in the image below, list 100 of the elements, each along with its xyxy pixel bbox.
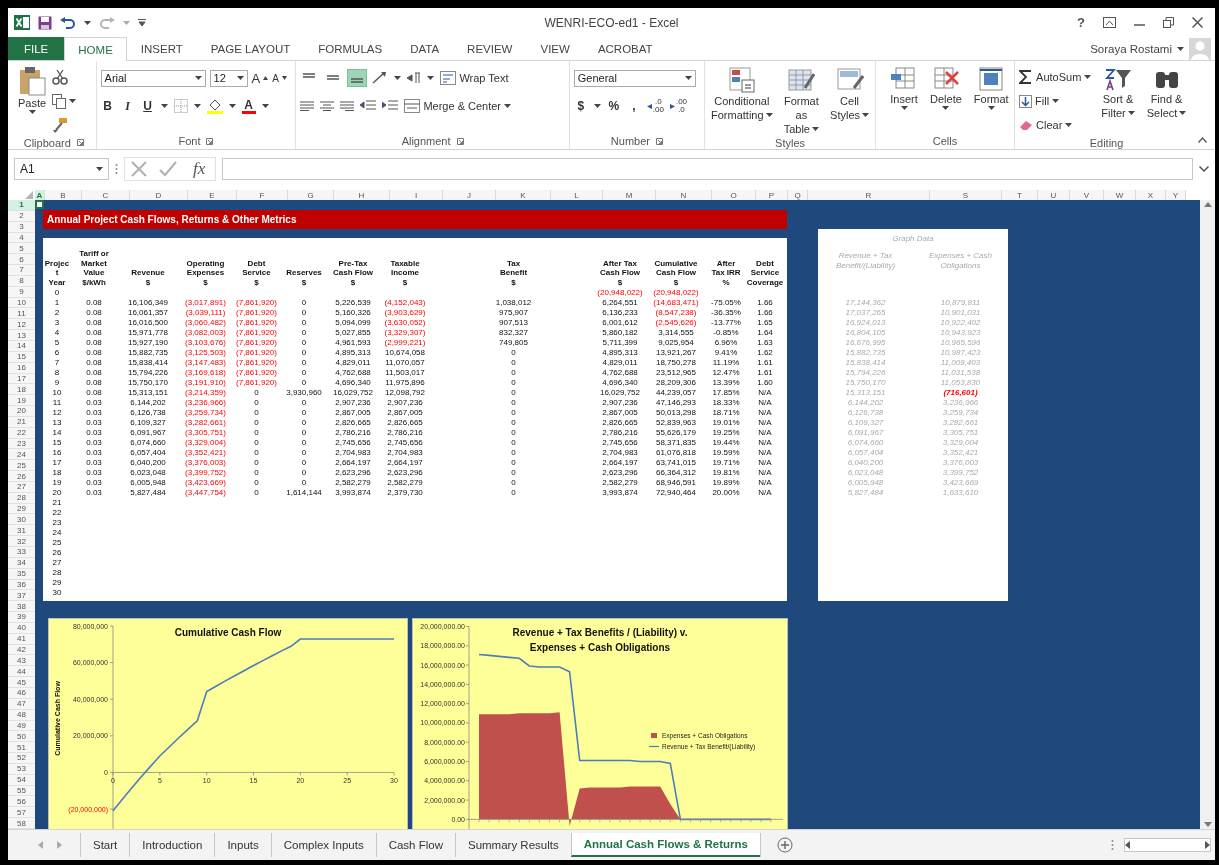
caret-icon[interactable] [160, 104, 168, 108]
caret-icon[interactable] [194, 76, 202, 80]
decrease-decimal-button[interactable]: .00 .0 [669, 98, 688, 114]
close-icon[interactable] [1192, 17, 1203, 28]
orientation-icon[interactable] [372, 71, 389, 85]
column-letter[interactable]: W [1104, 190, 1136, 200]
row-number[interactable]: 24 [8, 449, 35, 461]
row-number[interactable]: 6 [8, 254, 35, 266]
row-number[interactable]: 52 [8, 753, 35, 764]
sheet-tab[interactable]: Annual Cash Flows & Returns [570, 833, 760, 857]
column-letter[interactable]: E [188, 190, 237, 200]
fill-button[interactable]: Fill [1019, 90, 1092, 112]
sort-filter-button[interactable]: Sort & Filter [1099, 66, 1137, 136]
row-number[interactable]: 16 [8, 362, 35, 374]
caret-icon[interactable] [862, 113, 870, 117]
row-number[interactable]: 13 [8, 330, 35, 341]
column-letter[interactable]: F [237, 190, 288, 200]
column-letter[interactable]: I [390, 190, 443, 200]
caret-up-icon[interactable] [263, 76, 269, 80]
column-letter[interactable]: L [551, 190, 603, 200]
paste-button[interactable]: Paste [16, 66, 49, 136]
row-number[interactable]: 26 [8, 471, 35, 482]
row-number[interactable]: 8 [8, 275, 35, 287]
column-letter[interactable]: G [288, 190, 334, 200]
row-number[interactable]: 7 [8, 265, 35, 276]
caret-icon[interactable] [84, 20, 91, 25]
styles-button[interactable]: Format as Table [780, 66, 823, 136]
row-number[interactable]: 31 [8, 525, 35, 537]
row-number[interactable]: 43 [8, 655, 35, 667]
styles-button[interactable]: Conditional Formatting [709, 66, 775, 136]
row-number[interactable]: 33 [8, 547, 35, 558]
ribbon-tab[interactable]: PAGE LAYOUT [196, 37, 305, 60]
caret-icon[interactable] [1179, 111, 1187, 115]
row-number[interactable]: 3 [8, 221, 35, 233]
new-sheet-icon[interactable] [776, 837, 793, 853]
expand-formula-bar-icon[interactable] [1199, 166, 1209, 172]
paragraph-direction-icon[interactable] [407, 72, 422, 84]
caret-icon[interactable] [1052, 99, 1060, 103]
scroll-up-icon[interactable] [1203, 202, 1212, 207]
caret-icon[interactable] [427, 76, 435, 80]
scroll-right-icon[interactable] [1205, 841, 1210, 849]
sheet-tab[interactable]: Inputs [214, 833, 271, 857]
caret-icon[interactable] [281, 76, 287, 80]
more-options-icon[interactable] [1111, 839, 1114, 851]
ribbon-tab[interactable]: ACROBAT [583, 37, 667, 60]
collapse-ribbon-icon[interactable] [1198, 137, 1207, 143]
cells-button[interactable]: Delete [928, 66, 964, 133]
row-number[interactable]: 54 [8, 774, 35, 786]
row-number[interactable]: 15 [8, 351, 35, 363]
format-painter-icon[interactable] [52, 117, 69, 133]
row-number[interactable]: 58 [8, 818, 35, 829]
row-number[interactable]: 40 [8, 622, 35, 634]
row-number[interactable]: 21 [8, 416, 35, 428]
row-number[interactable]: 51 [8, 742, 35, 754]
caret-icon[interactable] [942, 106, 950, 110]
row-number[interactable]: 47 [8, 698, 35, 710]
decrease-indent-icon[interactable] [360, 100, 377, 112]
vertical-align-button[interactable] [348, 70, 367, 86]
ribbon-tab[interactable]: DATA [396, 37, 454, 60]
sheet-tab[interactable]: Summary Results [454, 833, 571, 857]
column-letter[interactable]: K [496, 190, 551, 200]
dialog-launcher-icon[interactable] [655, 137, 663, 145]
column-letter[interactable]: D [130, 190, 188, 200]
horizontal-scrollbar[interactable] [1124, 838, 1211, 852]
wrap-text-button[interactable]: Wrap Text [440, 67, 509, 89]
currency-button[interactable]: $ [573, 99, 588, 113]
copy-icon[interactable] [52, 93, 67, 109]
autosum-button[interactable]: AutoSum [1019, 66, 1092, 88]
row-number[interactable]: 11 [8, 308, 35, 320]
cells-button[interactable]: Format [971, 66, 1011, 133]
row-number[interactable]: 45 [8, 677, 35, 688]
caret-icon[interactable] [987, 106, 995, 110]
caret-icon[interactable] [900, 106, 908, 110]
clipboard-icon[interactable] [18, 66, 47, 96]
customize-toolbar-icon[interactable] [138, 19, 146, 26]
column-letter[interactable]: O [712, 190, 756, 200]
column-letter[interactable]: V [1070, 190, 1104, 200]
row-number[interactable]: 37 [8, 590, 35, 602]
caret-icon[interactable] [812, 127, 819, 131]
undo-icon[interactable] [60, 16, 76, 29]
name-box[interactable]: A1 [14, 158, 109, 180]
row-number[interactable]: 34 [8, 557, 35, 569]
row-number[interactable]: 44 [8, 666, 35, 678]
caret-icon[interactable] [69, 99, 77, 103]
dialog-launcher-icon[interactable] [76, 139, 84, 146]
help-button[interactable]: ? [1077, 15, 1085, 30]
caret-icon[interactable] [228, 104, 236, 108]
column-letter[interactable]: T [1002, 190, 1038, 200]
vertical-scrollbar[interactable] [1200, 200, 1215, 829]
spreadsheet-logo-icon[interactable] [14, 15, 30, 30]
fill-color-icon[interactable] [206, 98, 223, 114]
scroll-down-icon[interactable] [1203, 822, 1212, 827]
row-number[interactable]: 18 [8, 384, 35, 396]
caret-icon[interactable] [1127, 111, 1135, 115]
row-number[interactable]: 46 [8, 687, 35, 699]
row-number[interactable]: 2 [8, 210, 35, 222]
grow-font-button[interactable]: A [251, 67, 269, 89]
caret-icon[interactable] [593, 104, 601, 108]
ribbon-tab[interactable]: FORMULAS [304, 37, 397, 60]
column-letter[interactable]: X [1136, 190, 1166, 200]
